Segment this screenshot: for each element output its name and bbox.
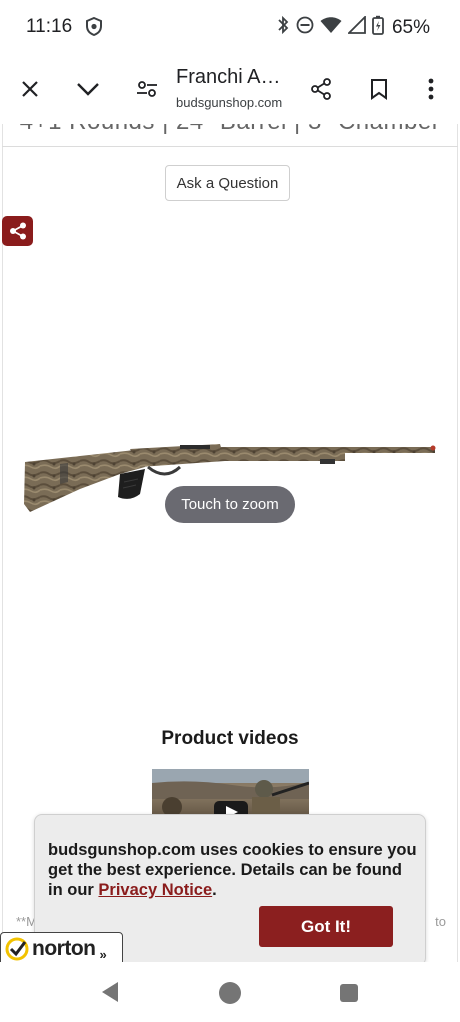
norton-badge[interactable]: norton »: [0, 932, 123, 966]
got-it-button[interactable]: Got It!: [259, 906, 393, 947]
screen: 11:16 65% Franchi A… budsgunshop.com Ask…: [0, 0, 460, 1022]
page-domain: budsgunshop.com: [176, 95, 283, 110]
home-icon[interactable]: [219, 982, 241, 1004]
battery-percent: 65%: [391, 16, 430, 38]
more-vert-icon[interactable]: [414, 72, 448, 106]
checkmark-icon: [5, 937, 29, 961]
close-icon[interactable]: [13, 72, 47, 106]
back-icon[interactable]: [100, 981, 120, 1003]
system-navigation-bar: [0, 962, 460, 1022]
product-subheading: 4+1 Rounds | 24" Barrel | 3" Chamber: [0, 124, 460, 136]
tune-icon[interactable]: [130, 72, 164, 106]
cookie-period: .: [212, 881, 217, 899]
disclaimer-right: to: [435, 914, 446, 929]
divider: [2, 146, 458, 147]
bluetooth-icon: [276, 15, 290, 40]
do-not-disturb-icon: [296, 16, 314, 39]
recent-apps-icon[interactable]: [340, 984, 358, 1002]
shield-icon: [86, 16, 102, 41]
norton-chevron: »: [99, 946, 107, 962]
privacy-notice-link[interactable]: Privacy Notice: [98, 881, 212, 899]
touch-to-zoom-hint[interactable]: Touch to zoom: [165, 486, 295, 523]
share-product-button[interactable]: [2, 216, 33, 246]
custom-tab-toolbar: Franchi A… budsgunshop.com: [0, 54, 460, 124]
battery-charging-icon: [372, 15, 384, 40]
product-videos-heading: Product videos: [161, 728, 299, 749]
ask-question-button[interactable]: Ask a Question: [165, 165, 290, 201]
status-bar: 11:16 65%: [0, 0, 460, 54]
status-time: 11:16: [26, 16, 73, 37]
share-icon[interactable]: [304, 72, 338, 106]
chevron-down-icon[interactable]: [71, 72, 105, 106]
share-icon: [9, 222, 26, 240]
page-title: Franchi A…: [176, 66, 281, 88]
status-icons: 65%: [276, 14, 430, 40]
cookie-message: budsgunshop.com uses cookies to ensure y…: [48, 840, 418, 900]
bookmark-icon[interactable]: [362, 72, 396, 106]
wifi-icon: [320, 16, 342, 39]
cell-signal-icon: [346, 14, 366, 39]
norton-brand: norton: [32, 937, 96, 960]
